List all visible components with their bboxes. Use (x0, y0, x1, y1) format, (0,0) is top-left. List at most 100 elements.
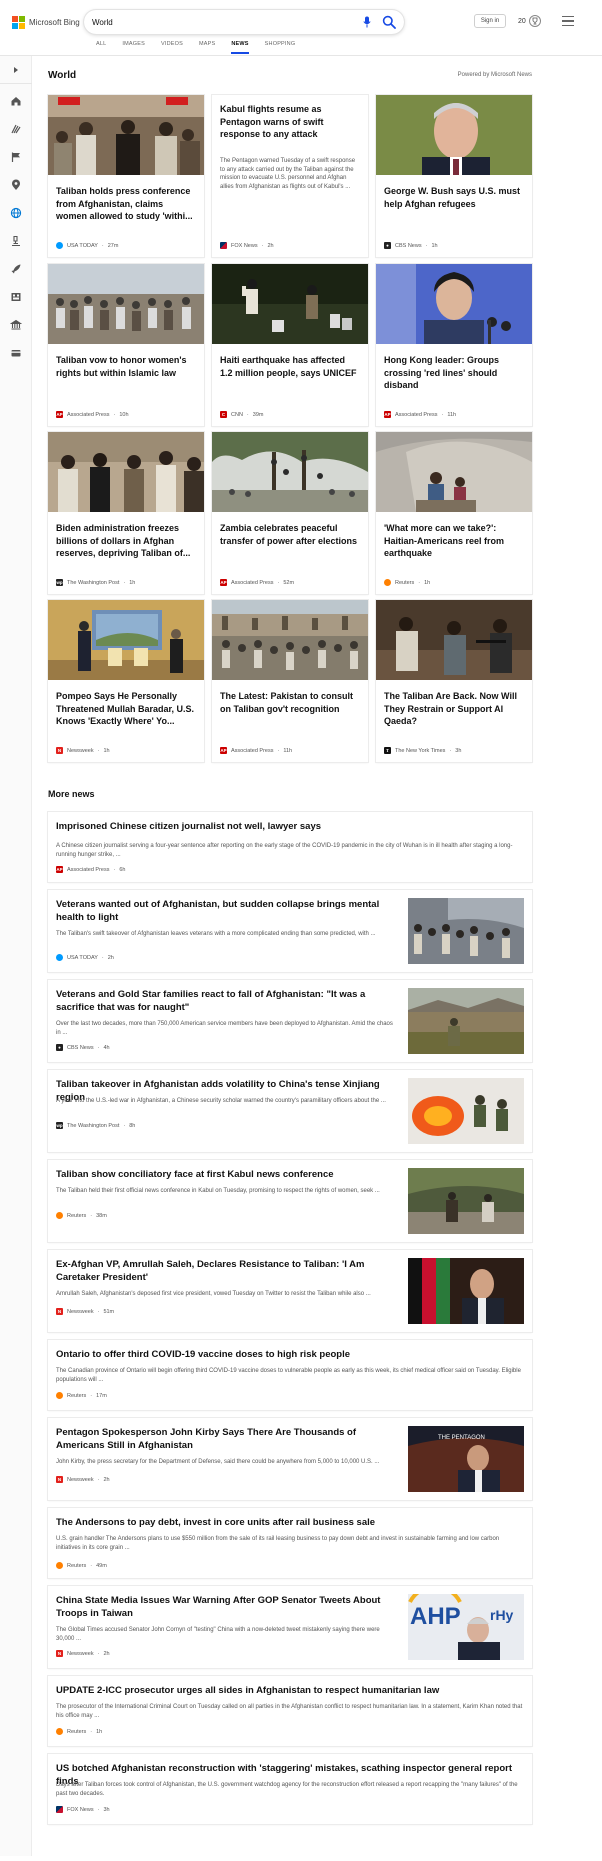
article-time: 3h (103, 1806, 110, 1813)
article-title[interactable]: Pompeo Says He Personally Threatened Mul… (56, 690, 196, 728)
news-list-item[interactable]: Taliban takeover in Afghanistan adds vol… (48, 1070, 532, 1152)
article-image (376, 264, 532, 344)
article-title[interactable]: Taliban holds press conference from Afgh… (56, 185, 196, 223)
article-title[interactable]: Veterans and Gold Star families react to… (56, 988, 396, 1014)
news-list-item[interactable]: Veterans and Gold Star families react to… (48, 980, 532, 1062)
tab-shopping[interactable]: SHOPPING (257, 40, 304, 54)
article-image (376, 600, 532, 680)
rewards-button[interactable]: 20 (518, 14, 541, 28)
news-list-item[interactable]: UPDATE 2-ICC prosecutor urges all sides … (48, 1676, 532, 1746)
news-card[interactable]: Haiti earthquake has affected 1.2 millio… (212, 264, 368, 426)
source-name: Reuters (67, 1728, 87, 1735)
news-card[interactable]: Zambia celebrates peaceful transfer of p… (212, 432, 368, 594)
search-input[interactable]: World (92, 18, 362, 27)
news-list-item[interactable]: Pentagon Spokesperson John Kirby Says Th… (48, 1418, 532, 1500)
article-title[interactable]: The Andersons to pay debt, invest in cor… (56, 1516, 524, 1529)
article-thumbnail: AHP rHy (408, 1594, 524, 1660)
article-title[interactable]: Imprisoned Chinese citizen journalist no… (56, 820, 524, 833)
source-name: Associated Press (231, 579, 274, 586)
article-title[interactable]: Pentagon Spokesperson John Kirby Says Th… (56, 1426, 396, 1452)
bank-icon[interactable] (9, 318, 23, 332)
film-icon[interactable] (9, 290, 23, 304)
article-title[interactable]: The Latest: Pakistan to consult on Talib… (220, 690, 360, 715)
article-title[interactable]: Taliban show conciliatory face at first … (56, 1168, 396, 1181)
expand-icon[interactable] (0, 56, 32, 84)
article-summary: The Global Times accused Senator John Co… (56, 1627, 380, 1642)
separator: · (418, 579, 421, 586)
search-box[interactable]: World (84, 10, 404, 34)
article-title[interactable]: Taliban vow to honor women's rights but … (56, 354, 196, 379)
article-title[interactable]: Ontario to offer third COVID-19 vaccine … (56, 1348, 524, 1361)
news-card[interactable]: Hong Kong leader: Groups crossing 'red l… (376, 264, 532, 426)
tab-all[interactable]: ALL (88, 40, 114, 54)
news-list-item[interactable]: Veterans wanted out of Afghanistan, but … (48, 890, 532, 972)
fire-icon[interactable] (9, 122, 23, 136)
article-title[interactable]: UPDATE 2-ICC prosecutor urges all sides … (56, 1684, 524, 1697)
article-title[interactable]: Zambia celebrates peaceful transfer of p… (220, 522, 360, 547)
article-title[interactable]: Biden administration freezes billions of… (56, 522, 196, 560)
news-list-item[interactable]: The Andersons to pay debt, invest in cor… (48, 1508, 532, 1578)
article-title[interactable]: Kabul flights resume as Pentagon warns o… (220, 103, 360, 141)
article-title[interactable]: Haiti earthquake has affected 1.2 millio… (220, 354, 360, 379)
news-card[interactable]: The Latest: Pakistan to consult on Talib… (212, 600, 368, 762)
flag-icon[interactable] (9, 150, 23, 164)
rocket-icon[interactable] (9, 262, 23, 276)
news-card[interactable]: Pompeo Says He Personally Threatened Mul… (48, 600, 204, 762)
news-list-item[interactable]: China State Media Issues War Warning Aft… (48, 1586, 532, 1668)
article-title[interactable]: The Taliban Are Back. Now Will They Rest… (384, 690, 524, 728)
source-name: CNN (231, 411, 243, 418)
tab-news[interactable]: NEWS (223, 40, 256, 54)
article-source: ● CBS News · 1h (384, 242, 438, 249)
search-icon[interactable] (382, 15, 396, 29)
article-time: 2h (103, 1476, 110, 1483)
location-icon[interactable] (9, 178, 23, 192)
source-name: Associated Press (231, 747, 274, 754)
hamburger-menu-icon[interactable] (562, 15, 574, 27)
source-name: The New York Times (395, 747, 446, 754)
news-card[interactable]: Taliban vow to honor women's rights but … (48, 264, 204, 426)
article-source: AP Associated Press · 6h (56, 866, 125, 873)
news-list-item[interactable]: US botched Afghanistan reconstruction wi… (48, 1754, 532, 1824)
microphone-icon[interactable] (362, 15, 372, 29)
news-card[interactable]: Biden administration freezes billions of… (48, 432, 204, 594)
tab-videos[interactable]: VIDEOS (153, 40, 191, 54)
article-title[interactable]: Ex-Afghan VP, Amrullah Saleh, Declares R… (56, 1258, 396, 1284)
search-tabs: ALL IMAGES VIDEOS MAPS NEWS SHOPPING (88, 40, 303, 54)
article-time: 11h (283, 747, 293, 754)
news-list-item[interactable]: Ex-Afghan VP, Amrullah Saleh, Declares R… (48, 1250, 532, 1332)
category-rail (0, 56, 32, 1856)
article-title[interactable]: 'What more can we take?': Haitian-Americ… (384, 522, 524, 560)
usatoday-logo-icon (56, 242, 63, 249)
tab-images[interactable]: IMAGES (114, 40, 153, 54)
sign-in-button[interactable]: Sign in (474, 14, 506, 28)
article-source: N Newsweek · 1h (56, 747, 110, 754)
microscope-icon[interactable] (9, 234, 23, 248)
news-list-item[interactable]: Imprisoned Chinese citizen journalist no… (48, 812, 532, 882)
credit-card-icon[interactable] (9, 346, 23, 360)
news-list-item[interactable]: Taliban show conciliatory face at first … (48, 1160, 532, 1242)
separator: · (101, 242, 104, 249)
bing-logo[interactable]: Microsoft Bing (12, 15, 80, 29)
globe-icon[interactable] (9, 206, 23, 220)
article-title[interactable]: Hong Kong leader: Groups crossing 'red l… (384, 354, 524, 392)
home-icon[interactable] (9, 94, 23, 108)
article-title[interactable]: Veterans wanted out of Afghanistan, but … (56, 898, 396, 924)
news-card[interactable]: The Taliban Are Back. Now Will They Rest… (376, 600, 532, 762)
article-title[interactable]: China State Media Issues War Warning Aft… (56, 1594, 396, 1620)
news-card[interactable]: 'What more can we take?': Haitian-Americ… (376, 432, 532, 594)
article-summary: The Canadian province of Ontario will be… (56, 1368, 521, 1383)
svg-text:AHP: AHP (410, 1603, 461, 1630)
article-title[interactable]: George W. Bush says U.S. must help Afgha… (384, 185, 524, 210)
article-time: 3h (455, 747, 462, 754)
tab-maps[interactable]: MAPS (191, 40, 223, 54)
article-time: 2h (103, 1650, 110, 1657)
news-list-item[interactable]: Ontario to offer third COVID-19 vaccine … (48, 1340, 532, 1410)
more-news-heading: More news (48, 789, 95, 799)
news-card[interactable]: Kabul flights resume as Pentagon warns o… (212, 95, 368, 257)
article-image (212, 264, 368, 344)
article-source: ● CBS News · 4h (56, 1044, 110, 1051)
source-name: Reuters (395, 579, 415, 586)
reuters-logo-icon (56, 1728, 63, 1735)
news-card[interactable]: Taliban holds press conference from Afgh… (48, 95, 204, 257)
news-card[interactable]: George W. Bush says U.S. must help Afgha… (376, 95, 532, 257)
